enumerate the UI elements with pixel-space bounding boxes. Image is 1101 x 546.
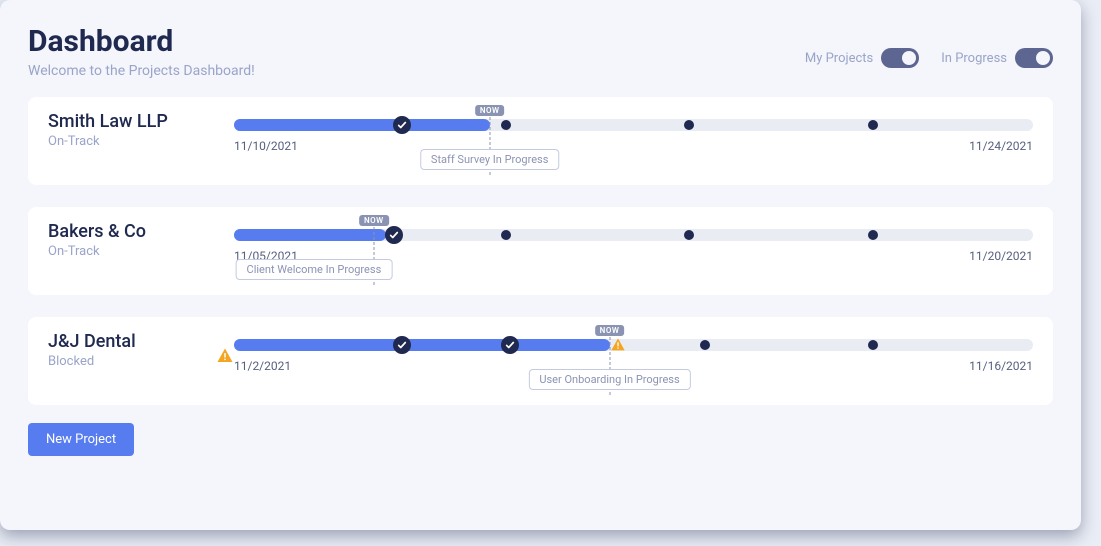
project-name: Smith Law LLP — [48, 111, 234, 132]
project-name-block: Bakers & Co On-Track — [48, 221, 234, 259]
end-date: 11/24/2021 — [969, 139, 1033, 153]
toggle-my-projects-wrap: My Projects — [805, 48, 919, 68]
new-project-button[interactable]: New Project — [28, 423, 134, 456]
timeline-track: NOW — [234, 119, 1033, 131]
toggle-in-progress[interactable] — [1015, 48, 1053, 68]
project-name: Bakers & Co — [48, 221, 234, 242]
toggle-knob — [1036, 51, 1050, 65]
start-date: 11/10/2021 — [234, 139, 298, 153]
project-card-left: Bakers & Co On-Track — [48, 221, 234, 259]
timeline-dates: 11/10/2021 11/24/2021 — [234, 139, 1033, 153]
check-icon — [393, 336, 411, 354]
check-icon — [393, 116, 411, 134]
project-name: J&J Dental — [48, 331, 216, 352]
project-timeline: NOW11/05/202111/20/2021Client Welcome In… — [234, 221, 1033, 263]
timeline-track: NOW — [234, 229, 1033, 241]
current-task-pill: User Onboarding In Progress — [528, 369, 690, 390]
header: Dashboard Welcome to the Projects Dashbo… — [28, 24, 1053, 79]
project-status: On-Track — [48, 244, 234, 259]
timeline-fill — [234, 119, 490, 131]
milestone-dot — [868, 120, 878, 130]
timeline-fill — [234, 339, 610, 351]
milestone-dot — [868, 230, 878, 240]
toggle-in-progress-wrap: In Progress — [941, 48, 1053, 68]
header-toggles: My Projects In Progress — [805, 48, 1053, 68]
end-date: 11/16/2021 — [969, 359, 1033, 373]
warning-icon — [610, 337, 626, 353]
now-indicator-tag: NOW — [595, 325, 625, 336]
warning-icon — [216, 347, 234, 365]
milestone-dot — [700, 340, 710, 350]
toggle-my-projects-label: My Projects — [805, 51, 873, 66]
milestone-dot — [684, 120, 694, 130]
current-task-pill: Staff Survey In Progress — [420, 149, 559, 170]
project-timeline: NOW11/2/202111/16/2021User Onboarding In… — [234, 331, 1033, 373]
start-date: 11/2/2021 — [234, 359, 291, 373]
end-date: 11/20/2021 — [969, 249, 1033, 263]
project-status: On-Track — [48, 134, 234, 149]
project-name-block: J&J Dental Blocked — [48, 331, 216, 369]
milestone-dot — [684, 230, 694, 240]
now-indicator-tag: NOW — [475, 105, 505, 116]
header-left: Dashboard Welcome to the Projects Dashbo… — [28, 24, 255, 79]
check-icon — [385, 226, 403, 244]
page-subtitle: Welcome to the Projects Dashboard! — [28, 63, 255, 79]
dashboard-page: Dashboard Welcome to the Projects Dashbo… — [0, 0, 1081, 530]
milestone-dot — [868, 340, 878, 350]
page-title: Dashboard — [28, 24, 255, 59]
project-timeline: NOW11/10/202111/24/2021Staff Survey In P… — [234, 111, 1033, 153]
toggle-knob — [902, 51, 916, 65]
timeline-fill — [234, 229, 386, 241]
project-card[interactable]: Bakers & Co On-TrackNOW11/05/202111/20/20… — [28, 207, 1053, 295]
check-icon — [501, 336, 519, 354]
toggle-in-progress-label: In Progress — [941, 51, 1007, 66]
project-card[interactable]: J&J Dental Blocked NOW 11/2/2021 11/16/2021 U… — [28, 317, 1053, 405]
timeline-track: NOW — [234, 339, 1033, 351]
project-card-left: J&J Dental Blocked — [48, 331, 234, 369]
milestone-dot — [501, 230, 511, 240]
project-card[interactable]: Smith Law LLPOn-TrackNOW11/10/202111/24/… — [28, 97, 1053, 185]
project-name-block: Smith Law LLP On-Track — [48, 111, 234, 149]
current-task-pill: Client Welcome In Progress — [236, 259, 393, 280]
project-status: Blocked — [48, 354, 216, 369]
project-list: Smith Law LLPOn-TrackNOW11/10/202111/24/… — [28, 97, 1053, 405]
milestone-dot — [501, 120, 511, 130]
project-card-left: Smith Law LLP On-Track — [48, 111, 234, 149]
toggle-my-projects[interactable] — [881, 48, 919, 68]
now-indicator-tag: NOW — [359, 215, 389, 226]
